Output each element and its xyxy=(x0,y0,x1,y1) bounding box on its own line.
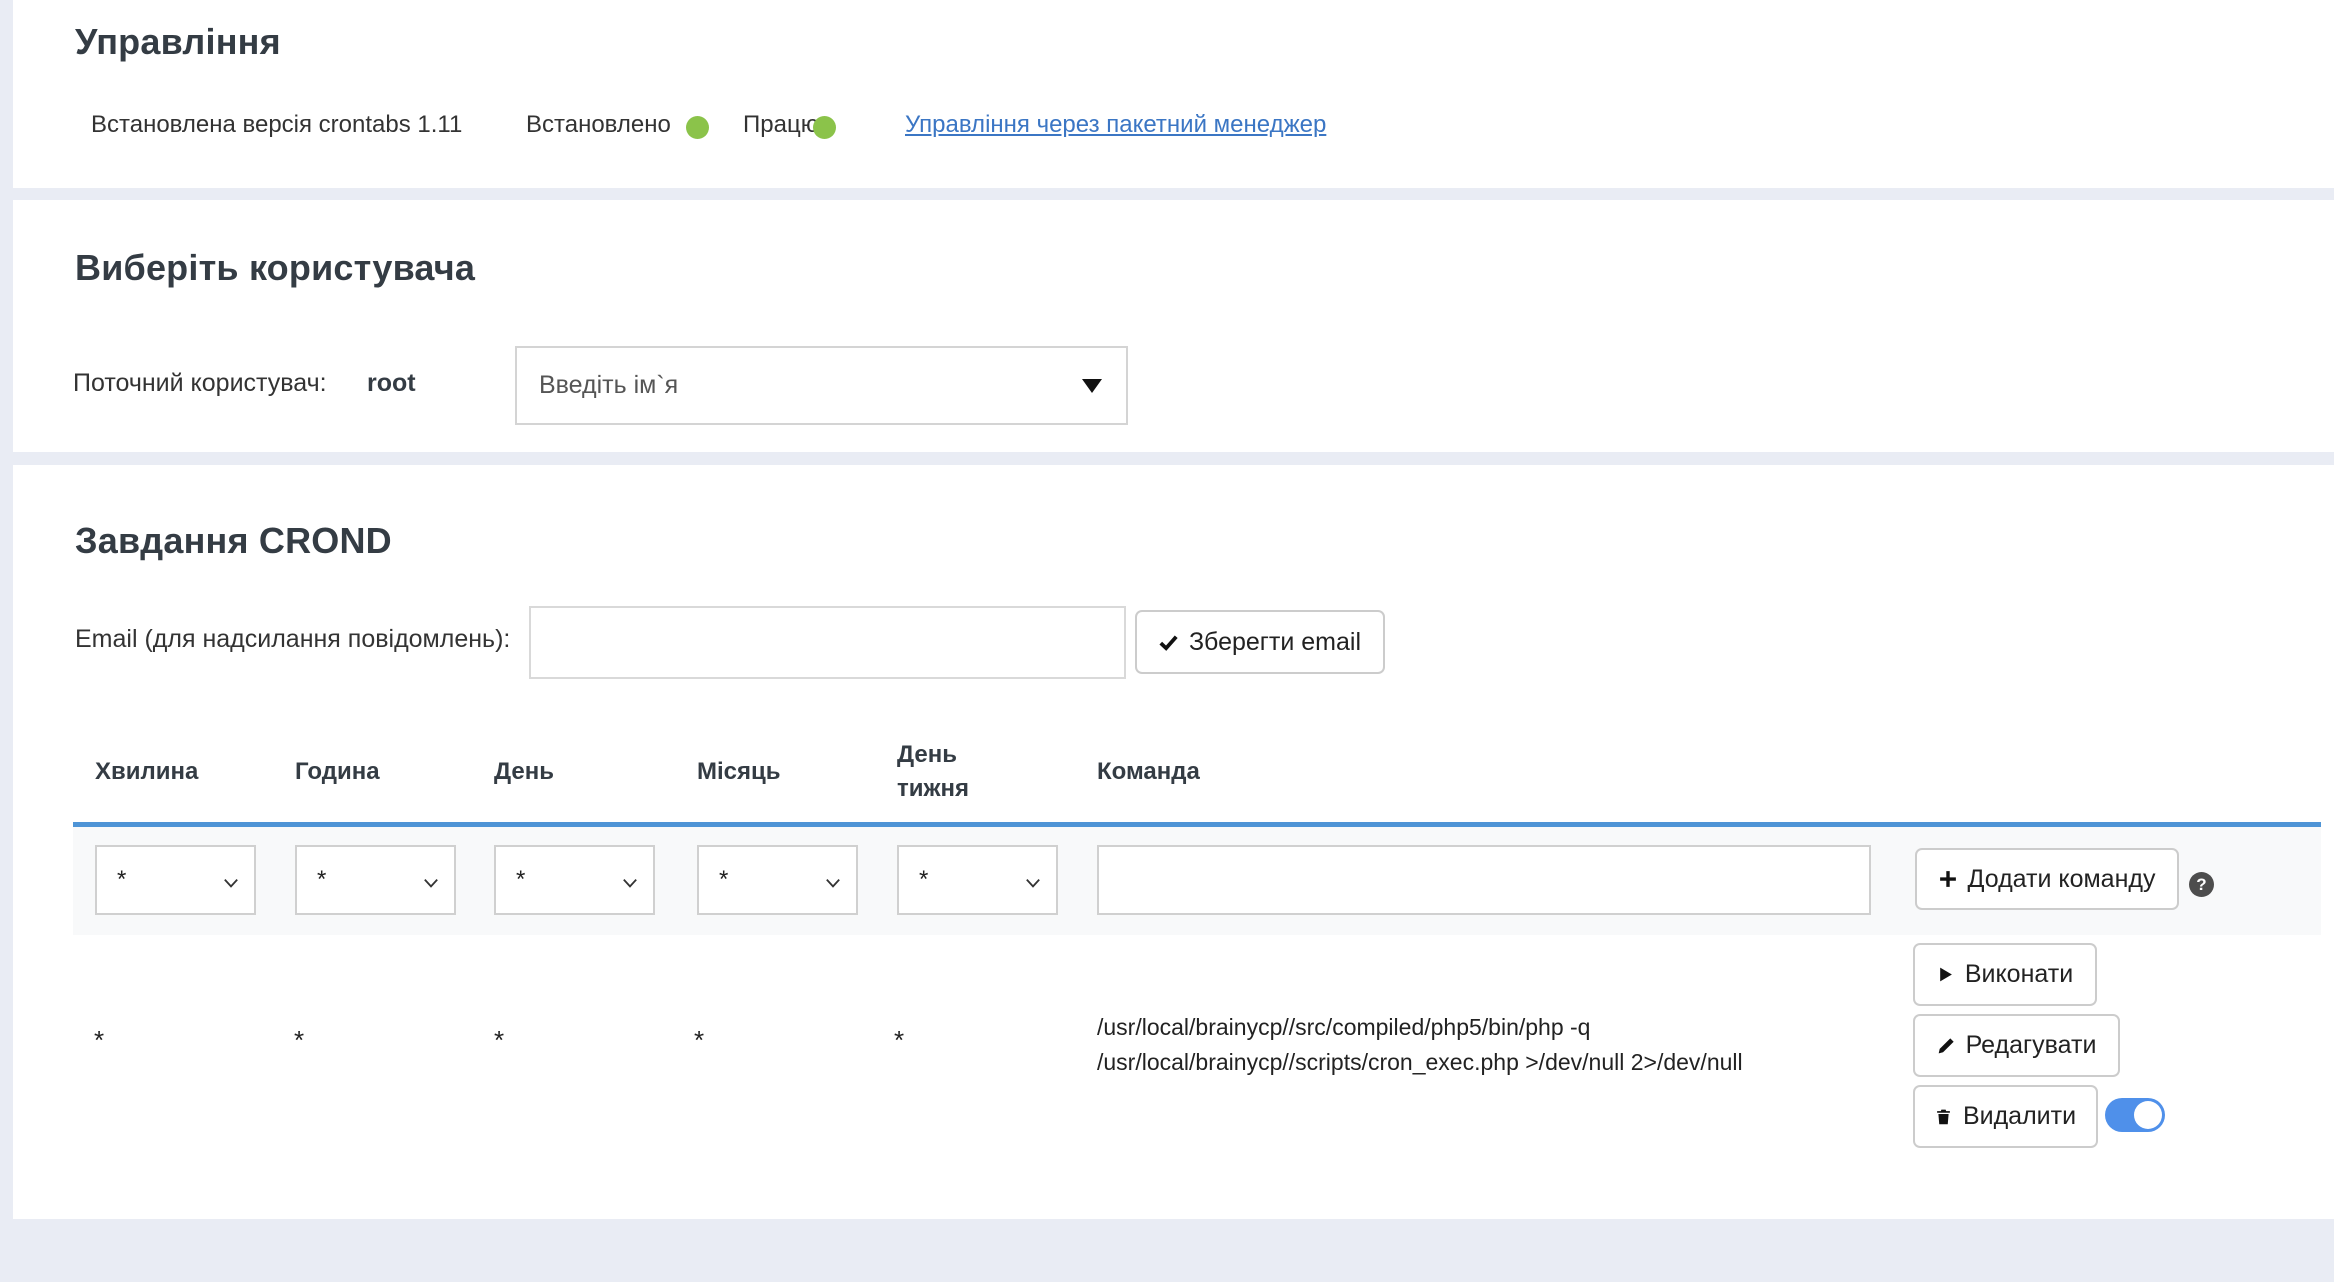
installed-status-label: Встановлено xyxy=(526,110,671,140)
row-command-text: /usr/local/brainycp//src/compiled/php5/b… xyxy=(1097,1010,1887,1080)
day-select[interactable]: * xyxy=(494,845,655,915)
row-month-value: * xyxy=(689,1025,709,1056)
row-hour-value: * xyxy=(289,1025,309,1056)
chevron-down-icon xyxy=(222,871,240,899)
installed-status-dot xyxy=(686,116,709,139)
weekday-select[interactable]: * xyxy=(897,845,1058,915)
management-section: Управління Встановлена версія crontabs 1… xyxy=(13,0,2334,188)
run-command-button[interactable]: Виконати xyxy=(1913,943,2097,1006)
plus-icon xyxy=(1939,870,1957,888)
save-email-button[interactable]: Зберегти email xyxy=(1135,610,1385,674)
crond-title: Завдання CROND xyxy=(75,521,392,561)
user-select[interactable]: Введіть ім`я xyxy=(515,346,1128,425)
chevron-down-icon xyxy=(621,871,639,899)
pencil-icon xyxy=(1937,1037,1955,1055)
email-label: Email (для надсилання повідомлень): xyxy=(75,625,510,654)
installed-version-text: Встановлена версія crontabs 1.11 xyxy=(91,110,462,140)
chevron-down-icon xyxy=(422,871,440,899)
col-header-day: День xyxy=(494,755,554,789)
select-user-section: Виберіть користувача Поточний користувач… xyxy=(13,200,2334,452)
select-user-title: Виберіть користувача xyxy=(75,248,475,288)
package-manager-link[interactable]: Управління через пакетний менеджер xyxy=(905,110,1326,140)
current-user-value: root xyxy=(367,369,416,398)
delete-command-button[interactable]: Видалити xyxy=(1913,1085,2098,1148)
col-header-command: Команда xyxy=(1097,755,1200,789)
help-icon[interactable]: ? xyxy=(2189,872,2214,897)
chevron-down-icon xyxy=(824,871,842,899)
row-day-value: * xyxy=(489,1025,509,1056)
toggle-knob xyxy=(2134,1101,2162,1129)
col-header-month: Місяць xyxy=(697,755,781,789)
running-status-dot xyxy=(813,116,836,139)
caret-down-icon xyxy=(1082,379,1102,393)
col-header-hour: Година xyxy=(295,755,380,789)
check-icon xyxy=(1159,633,1178,652)
current-user-label: Поточний користувач: xyxy=(73,369,327,398)
crond-tasks-section: Завдання CROND Email (для надсилання пов… xyxy=(13,465,2334,1219)
edit-command-button[interactable]: Редагувати xyxy=(1913,1014,2120,1077)
hour-select[interactable]: * xyxy=(295,845,456,915)
col-header-minute: Хвилина xyxy=(95,755,198,789)
command-input[interactable] xyxy=(1097,845,1871,915)
job-enabled-toggle[interactable] xyxy=(2105,1098,2165,1132)
crond-settings-page: { "colors": { "status_green": "#8bc34a",… xyxy=(0,0,2334,1282)
minute-select[interactable]: * xyxy=(95,845,256,915)
play-icon xyxy=(1937,966,1954,983)
chevron-down-icon xyxy=(1024,871,1042,899)
row-minute-value: * xyxy=(89,1025,109,1056)
email-input[interactable] xyxy=(529,606,1126,679)
user-select-value: Введіть ім`я xyxy=(539,371,678,400)
month-select[interactable]: * xyxy=(697,845,858,915)
management-title: Управління xyxy=(75,22,281,62)
col-header-weekday: День тижня xyxy=(897,738,997,806)
row-weekday-value: * xyxy=(889,1025,909,1056)
add-command-button[interactable]: Додати команду xyxy=(1915,848,2179,910)
trash-icon xyxy=(1935,1108,1952,1126)
